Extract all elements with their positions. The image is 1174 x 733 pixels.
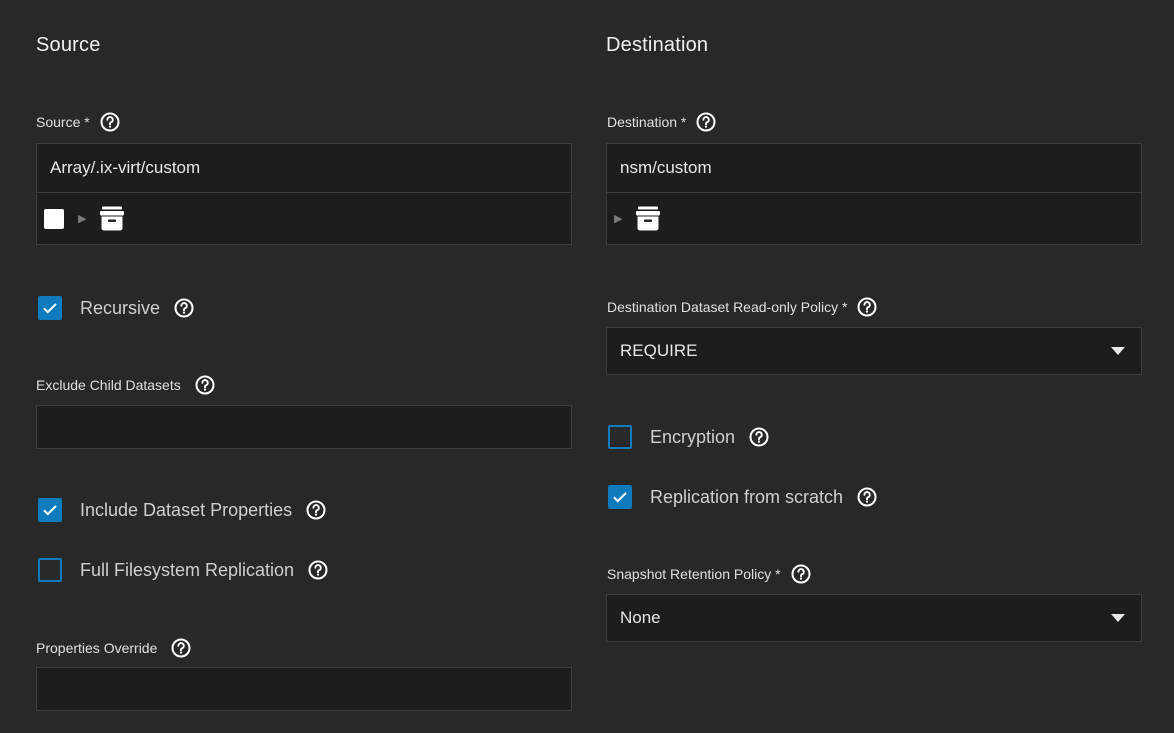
- source-field-label-row: Source *: [36, 112, 120, 132]
- encryption-checkbox-row[interactable]: Encryption: [608, 425, 769, 449]
- source-column: Source Source * ▶ Recursive: [36, 0, 574, 733]
- readonly-policy-label-row: Destination Dataset Read-only Policy *: [607, 297, 877, 317]
- include-props-checkbox-row[interactable]: Include Dataset Properties: [38, 498, 326, 522]
- source-input-box: [36, 143, 572, 193]
- exclude-child-label: Exclude Child Datasets: [36, 377, 181, 393]
- retention-select[interactable]: None: [606, 594, 1142, 642]
- readonly-policy-select[interactable]: REQUIRE: [606, 327, 1142, 375]
- help-icon[interactable]: [308, 560, 328, 580]
- help-icon[interactable]: [306, 500, 326, 520]
- check-icon: [43, 303, 57, 314]
- destination-column: Destination Destination * ▶ Destination …: [606, 0, 1144, 733]
- destination-field-label-row: Destination *: [607, 112, 716, 132]
- help-icon[interactable]: [171, 638, 191, 658]
- caret-down-icon: [1111, 614, 1125, 622]
- help-icon[interactable]: [100, 112, 120, 132]
- props-override-label-row: Properties Override: [36, 638, 191, 658]
- tree-node-checkbox[interactable]: [44, 208, 64, 229]
- include-props-label: Include Dataset Properties: [80, 499, 293, 520]
- help-icon[interactable]: [857, 487, 877, 507]
- from-scratch-label: Replication from scratch: [650, 486, 844, 507]
- full-fs-checkbox[interactable]: [38, 558, 62, 582]
- exclude-child-input-box: [36, 405, 572, 449]
- retention-label: Snapshot Retention Policy *: [607, 566, 781, 582]
- recursive-checkbox[interactable]: [38, 296, 62, 320]
- props-override-input[interactable]: [37, 668, 571, 710]
- source-dataset-tree: ▶: [36, 193, 572, 245]
- destination-dataset-tree: ▶: [606, 193, 1142, 245]
- replication-form: Source Source * ▶ Recursive: [0, 0, 1174, 733]
- triangle-right-icon[interactable]: ▶: [614, 212, 622, 225]
- include-props-checkbox[interactable]: [38, 498, 62, 522]
- help-icon[interactable]: [857, 297, 877, 317]
- caret-down-icon: [1111, 347, 1125, 355]
- exclude-child-label-row: Exclude Child Datasets: [36, 375, 215, 395]
- help-icon[interactable]: [696, 112, 716, 132]
- source-field-label: Source *: [36, 114, 90, 130]
- source-section-title: Source: [36, 34, 101, 56]
- help-icon[interactable]: [174, 298, 194, 318]
- dataset-folder-icon[interactable]: [634, 205, 662, 233]
- from-scratch-checkbox-row[interactable]: Replication from scratch: [608, 485, 877, 509]
- from-scratch-checkbox[interactable]: [608, 485, 632, 509]
- props-override-input-box: [36, 667, 572, 711]
- readonly-policy-label: Destination Dataset Read-only Policy *: [607, 299, 848, 315]
- check-icon: [43, 505, 57, 516]
- recursive-label: Recursive: [80, 297, 161, 318]
- recursive-checkbox-row[interactable]: Recursive: [38, 296, 194, 320]
- destination-section-title: Destination: [606, 34, 709, 56]
- dataset-folder-icon[interactable]: [98, 205, 126, 233]
- destination-input[interactable]: [607, 144, 1141, 192]
- check-icon: [613, 492, 627, 503]
- retention-value: None: [620, 608, 661, 627]
- help-icon[interactable]: [791, 564, 811, 584]
- destination-input-box: [606, 143, 1142, 193]
- readonly-policy-value: REQUIRE: [620, 341, 698, 360]
- encryption-label: Encryption: [650, 426, 736, 447]
- destination-field-label: Destination *: [607, 114, 687, 130]
- full-fs-label: Full Filesystem Replication: [80, 559, 295, 580]
- retention-label-row: Snapshot Retention Policy *: [607, 564, 811, 584]
- exclude-child-input[interactable]: [37, 406, 571, 448]
- props-override-label: Properties Override: [36, 640, 158, 656]
- source-input[interactable]: [37, 144, 571, 192]
- triangle-right-icon[interactable]: ▶: [78, 212, 86, 225]
- help-icon[interactable]: [195, 375, 215, 395]
- full-fs-checkbox-row[interactable]: Full Filesystem Replication: [38, 558, 328, 582]
- encryption-checkbox[interactable]: [608, 425, 632, 449]
- help-icon[interactable]: [749, 427, 769, 447]
